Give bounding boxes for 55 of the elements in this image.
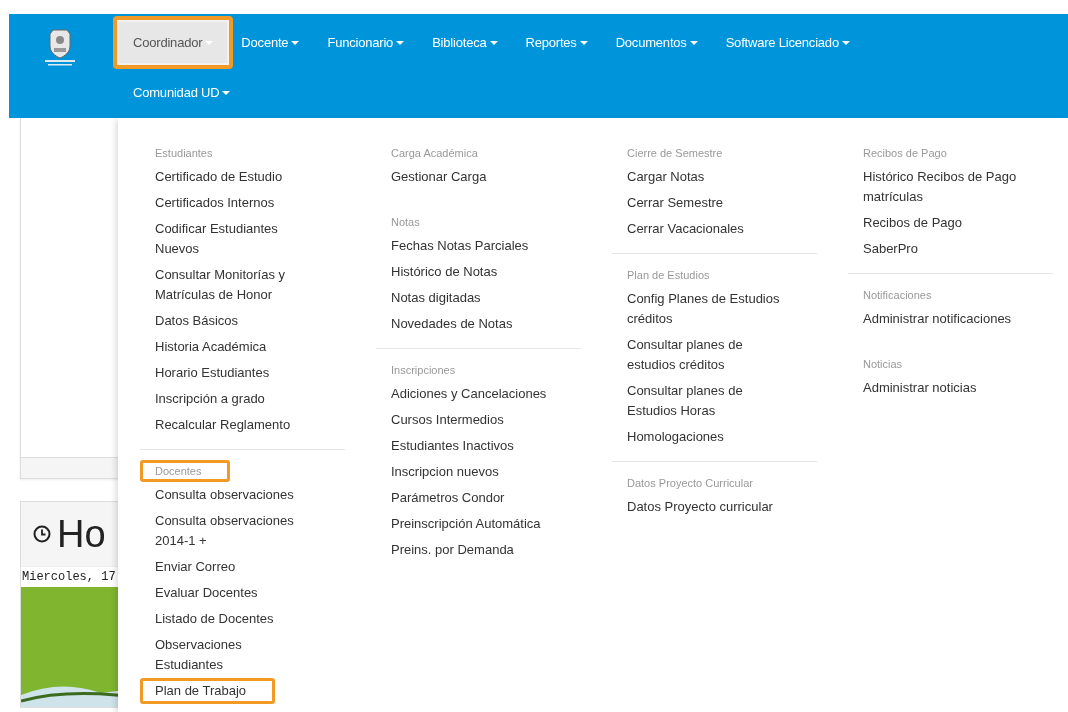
menu-item[interactable]: Plan de Trabajo (140, 678, 276, 704)
menu-item[interactable]: Inscripcion nuevos (376, 459, 514, 485)
menu-item[interactable]: Gestionar Carga (376, 164, 502, 190)
menu-item[interactable]: Consulta observaciones 2014-1 + (140, 508, 328, 554)
menu-section-header: Docentes (140, 460, 231, 482)
menu-item[interactable]: Administrar notificaciones (848, 306, 1027, 332)
menu-section-header: Recibos de Pago (862, 146, 948, 161)
menu-item[interactable]: Parámetros Condor (376, 485, 520, 511)
menu-item[interactable]: Preinscripción Automática (376, 511, 556, 537)
menu-section-header: Notas (390, 215, 421, 230)
menu-item[interactable]: Cargar Notas (612, 164, 720, 190)
menu-item[interactable]: Novedades de Notas (376, 311, 528, 337)
menu-section-header: Estudiantes (154, 146, 214, 161)
menu-item[interactable]: Cursos Intermedios (376, 407, 519, 433)
menu-section-header: Plan de Estudios (626, 268, 711, 283)
menu-item[interactable]: Datos Básicos (140, 308, 254, 334)
menu-item[interactable]: Consultar planes de Estudios Horas (612, 378, 802, 424)
menu-item[interactable]: Preins. por Demanda (376, 537, 529, 563)
menu-item[interactable]: Consultar planes de estudios créditos (612, 332, 802, 378)
menu-item[interactable]: Recalcular Reglamento (140, 412, 306, 438)
menu-section-header: Inscripciones (390, 363, 457, 378)
menu-item[interactable]: Histórico Recibos de Pago matrículas (848, 164, 1050, 210)
menu-section-header: Cierre de Semestre (626, 146, 724, 161)
menu-section-header: Notificaciones (862, 288, 933, 303)
menu-item[interactable]: Histórico de Notas (376, 259, 513, 285)
menu-item[interactable]: Historia Académica (140, 334, 282, 360)
menu-item[interactable]: Notas digitadas (376, 285, 496, 311)
menu-item[interactable]: Certificado de Estudio (140, 164, 298, 190)
menu-item[interactable]: Administrar noticias (848, 375, 992, 401)
menu-item[interactable]: Enviar Correo (140, 554, 251, 580)
menu-item[interactable]: Cerrar Semestre (612, 190, 739, 216)
menu-item[interactable]: Certificados Internos (140, 190, 290, 216)
menu-item[interactable]: SaberPro (848, 236, 933, 262)
card-title: Ho (57, 512, 106, 556)
menu-item[interactable]: Fechas Notas Parciales (376, 233, 544, 259)
nav-menu-button[interactable]: Coordinador (119, 22, 228, 63)
menu-item[interactable]: Consultar Monitorías y Matrículas de Honor (140, 262, 328, 308)
menu-item[interactable]: Horario Estudiantes (140, 360, 285, 386)
menu-item[interactable]: Listado de Docentes (140, 606, 289, 632)
menu-item[interactable]: Estudiantes Inactivos (376, 433, 529, 459)
menu-section-header: Carga Académica (390, 146, 479, 161)
menu-item[interactable]: Homologaciones (612, 424, 739, 450)
menu-item[interactable]: Evaluar Docentes (140, 580, 273, 606)
menu-item[interactable]: Inscripción a grado (140, 386, 280, 412)
menu-section-header: Noticias (862, 357, 904, 372)
menu-item[interactable]: Codificar Estudiantes Nuevos (140, 216, 328, 262)
menu-item[interactable]: Observaciones Estudiantes (140, 632, 328, 678)
menu-item[interactable]: Consulta observaciones (140, 482, 309, 508)
menu-section-header: Datos Proyecto Curricular (626, 476, 754, 491)
menu-item[interactable]: Cerrar Vacacionales (612, 216, 759, 242)
menu-item[interactable]: Adiciones y Cancelaciones (376, 381, 562, 407)
date-text: Miercoles, 17 (21, 569, 117, 586)
menu-item[interactable]: Config Planes de Estudios créditos (612, 286, 802, 332)
menu-item[interactable]: Recibos de Pago (848, 210, 977, 236)
menu-item[interactable]: Datos Proyecto curricular (612, 494, 788, 520)
